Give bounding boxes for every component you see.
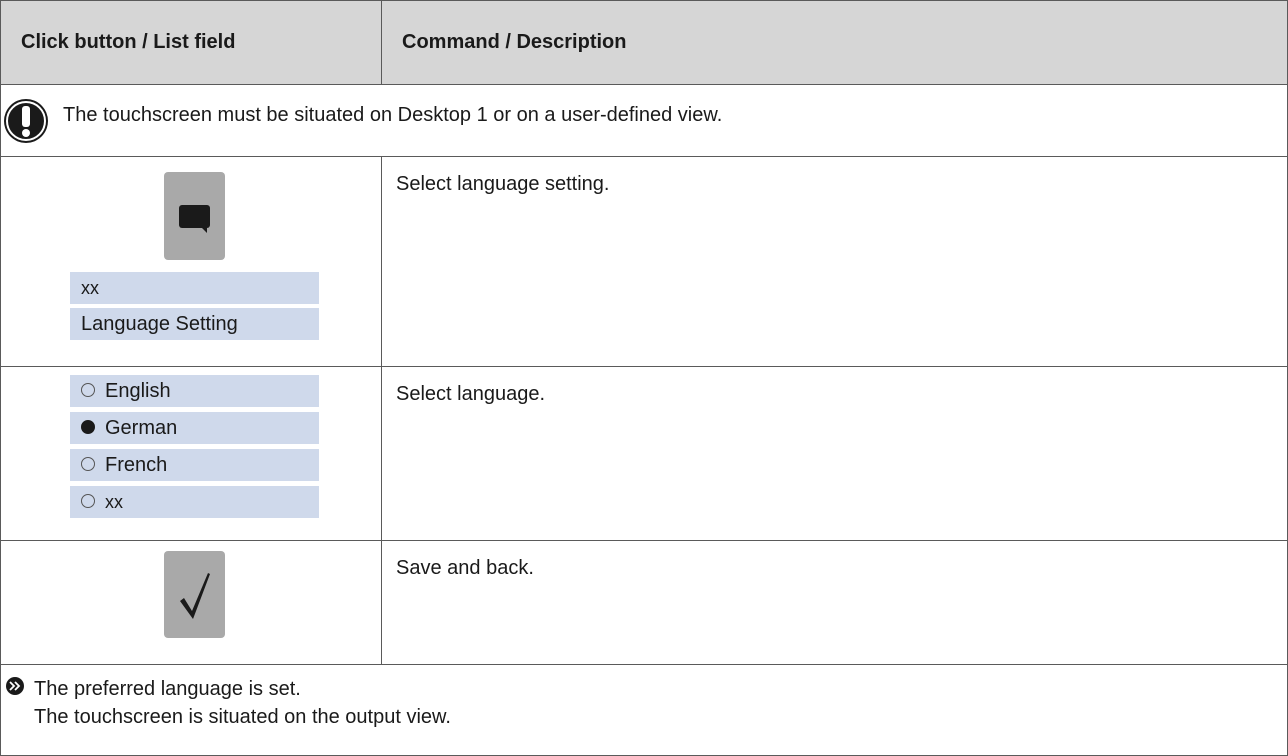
note-row: The touchscreen must be situated on Desk… [0,84,1288,157]
step-row-language-list: English German French xx Select language… [0,366,1288,541]
radio-checked-icon [81,419,95,434]
language-option-french[interactable]: French [70,449,319,481]
save-button[interactable] [164,551,225,638]
step-cell-left [0,540,382,665]
step-description: Save and back. [381,540,1288,665]
radio-unchecked-icon [81,456,95,471]
radio-unchecked-icon [81,382,95,397]
result-cell: The preferred language is set. The touch… [0,664,1288,756]
list-item-xx[interactable]: xx [70,272,319,304]
language-option-xx[interactable]: xx [70,486,319,518]
table-header-row: Click button / List field Command / Desc… [0,0,1288,85]
header-click-button: Click button / List field [0,0,382,85]
option-label: English [105,380,171,402]
speech-bubble-icon [179,205,210,233]
step-description: Select language. [381,366,1288,541]
step-row-language-setting: xx Language Setting Select language sett… [0,156,1288,367]
option-label: French [105,454,168,476]
step-cell-left: English German French xx [0,366,382,541]
checkmark-icon [180,573,210,619]
option-label: xx [105,492,123,512]
language-setting-button[interactable] [164,172,225,260]
list-item-language-setting[interactable]: Language Setting [70,308,319,340]
note-cell: The touchscreen must be situated on Desk… [0,84,1288,157]
option-label: German [105,417,178,439]
result-line-1: The preferred language is set. [34,678,301,700]
instruction-table: Click button / List field Command / Desc… [0,0,1288,756]
result-line-2: The touchscreen is situated on the outpu… [34,706,451,728]
exclamation-icon [4,98,48,143]
result-row: The preferred language is set. The touch… [0,664,1288,756]
step-cell-left: xx Language Setting [0,156,382,367]
language-option-german[interactable]: German [70,412,319,444]
note-text: The touchscreen must be situated on Desk… [63,104,723,126]
language-option-english[interactable]: English [70,375,319,407]
step-description: Select language setting. [381,156,1288,367]
header-command: Command / Description [381,0,1288,85]
radio-unchecked-icon [81,494,95,509]
step-row-save: Save and back. [0,540,1288,665]
result-arrow-icon [6,677,24,695]
